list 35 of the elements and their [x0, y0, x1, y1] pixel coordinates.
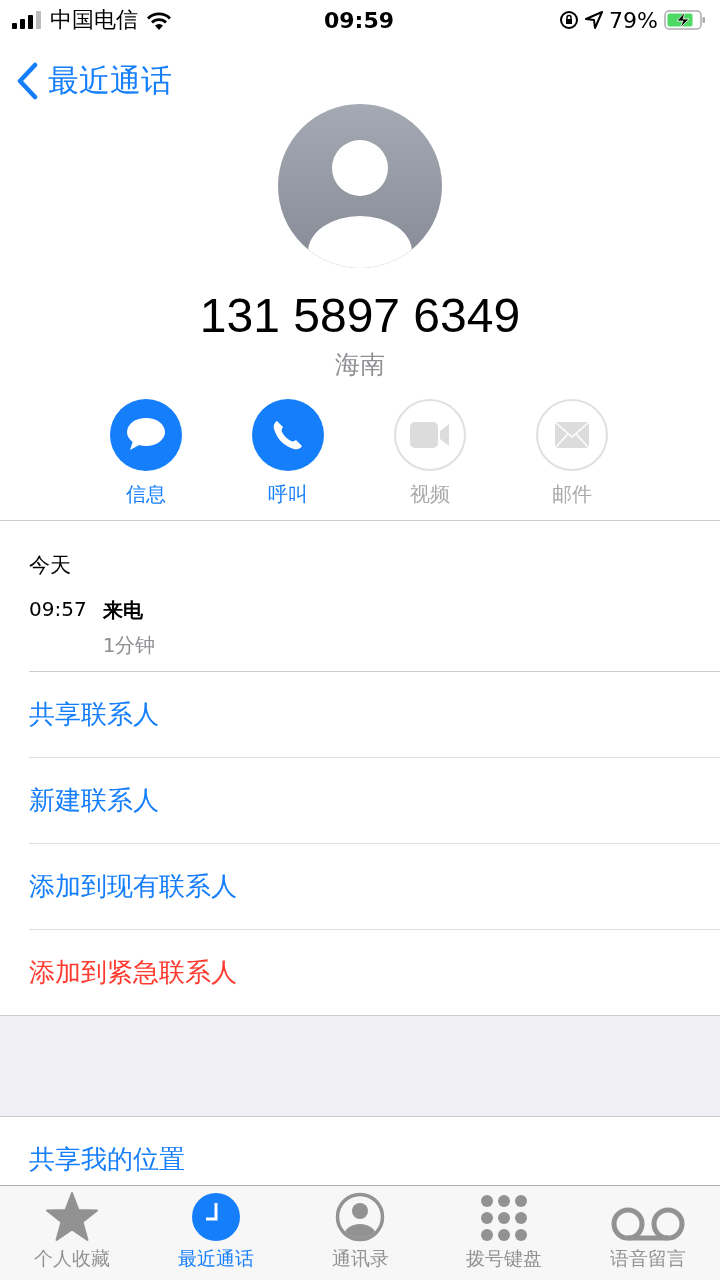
person-circle-icon: [335, 1192, 385, 1242]
clock-time: 09:59: [324, 7, 394, 33]
wifi-icon: [146, 10, 172, 30]
chevron-left-icon: [16, 62, 38, 100]
rotation-lock-icon: [559, 10, 580, 30]
option-link[interactable]: 新建联系人: [29, 783, 159, 818]
speech-bubble-icon: [125, 417, 167, 453]
option-link[interactable]: 共享联系人: [29, 697, 159, 732]
battery-percent: 79%: [609, 7, 658, 33]
option-link[interactable]: 共享我的位置: [29, 1142, 185, 1177]
tab[interactable]: 拨号键盘: [432, 1186, 576, 1280]
voicemail-icon: [610, 1206, 686, 1242]
back-button[interactable]: 最近通话: [16, 60, 172, 102]
clock-icon: [191, 1192, 241, 1242]
tab[interactable]: 通讯录: [288, 1186, 432, 1280]
location-icon: [585, 11, 604, 29]
phone-number: 131 5897 6349: [199, 288, 521, 344]
star-icon: [45, 1192, 99, 1242]
call-duration: 1分钟: [102, 632, 156, 659]
signal-icon: [12, 11, 42, 29]
call-time: 09:57: [29, 597, 87, 623]
envelope-icon: [554, 421, 590, 449]
call-type: 来电: [102, 597, 144, 624]
option-link[interactable]: 添加到紧急联系人: [29, 955, 237, 990]
carrier-name: 中国电信: [50, 6, 138, 34]
keypad-icon: [480, 1194, 528, 1242]
day-heading: 今天: [29, 552, 72, 579]
tab[interactable]: 个人收藏: [0, 1186, 144, 1280]
battery-charging-icon: [664, 10, 706, 30]
tab[interactable]: 语音留言: [576, 1186, 720, 1280]
tab[interactable]: 最近通话: [144, 1186, 288, 1280]
video-camera-icon: [409, 421, 451, 449]
region-label: 海南: [335, 349, 385, 381]
phone-icon: [271, 418, 305, 452]
option-link[interactable]: 添加到现有联系人: [29, 869, 237, 904]
